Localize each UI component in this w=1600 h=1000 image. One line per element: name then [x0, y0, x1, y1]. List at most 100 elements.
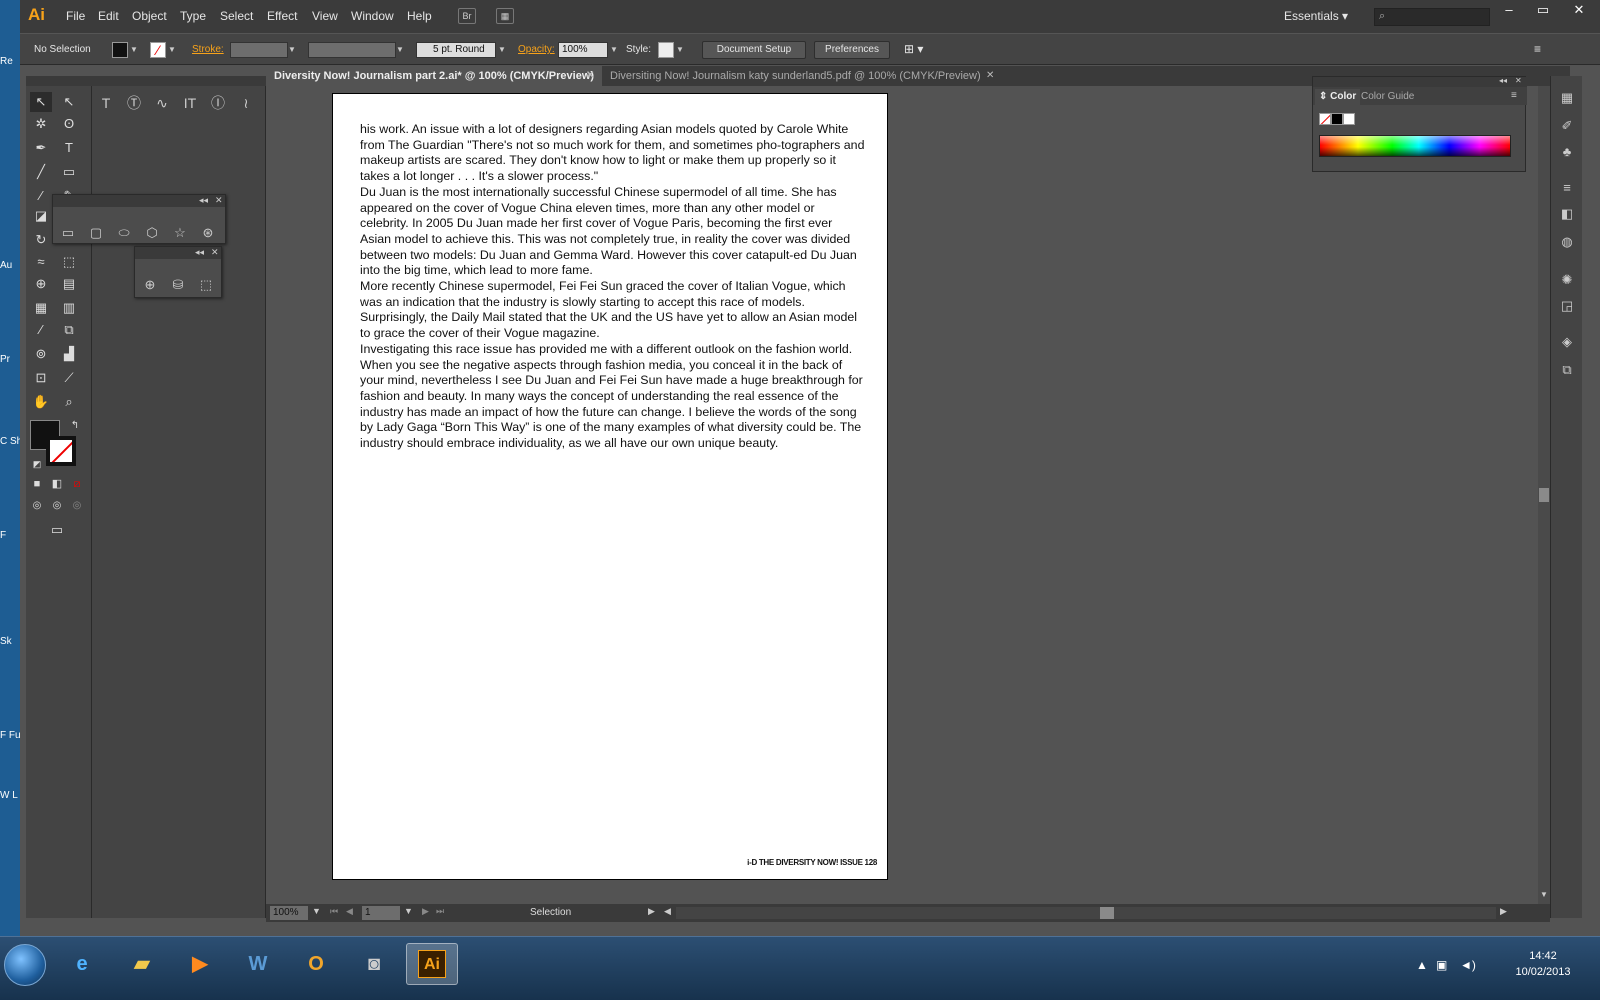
gradient-panel-icon[interactable]: ◧ [1557, 204, 1577, 224]
direct-selection-tool-icon[interactable]: ↖ [58, 92, 80, 112]
collapse-icon[interactable]: ◂◂ [199, 195, 208, 206]
workspace-switcher[interactable]: Essentials ▾ [1284, 9, 1348, 23]
blob-brush-tool-icon[interactable]: ◪ [30, 206, 52, 226]
last-artboard-icon[interactable]: ⏭ [436, 906, 444, 917]
star-tool-icon[interactable]: ☆ [169, 223, 191, 243]
collapse-icon[interactable]: ◂◂ [195, 247, 204, 258]
line-tool-icon[interactable]: ╱ [30, 162, 52, 182]
shape-builder-tool-icon[interactable]: ⊕ [139, 275, 161, 295]
bridge-button[interactable]: Br [458, 8, 476, 24]
white-swatch[interactable] [1343, 113, 1355, 125]
pen-tool-icon[interactable]: ✒ [30, 138, 52, 158]
type-tool-icon[interactable]: T [58, 138, 80, 158]
stroke-dropdown-icon[interactable]: ▼ [166, 42, 178, 58]
menu-window[interactable]: Window [351, 9, 394, 23]
variable-width-field[interactable] [308, 42, 396, 58]
none-swatch[interactable] [1319, 113, 1331, 125]
rectangle-tool-icon[interactable]: ▭ [57, 223, 79, 243]
gradient-tool-icon[interactable]: ▥ [58, 298, 80, 318]
illustrator-taskbar-icon[interactable]: Ai [406, 943, 458, 985]
outlook-icon[interactable]: O [290, 943, 342, 985]
color-spectrum[interactable] [1319, 135, 1511, 157]
graphic-styles-panel-icon[interactable]: ◲ [1557, 296, 1577, 316]
appearance-panel-icon[interactable]: ✺ [1557, 270, 1577, 290]
blend-tool-icon[interactable]: ⧉ [58, 320, 80, 340]
menu-effect[interactable]: Effect [267, 9, 297, 23]
stroke-swatch[interactable]: ⁄ [150, 42, 166, 58]
vertical-scroll-thumb[interactable] [1539, 488, 1549, 502]
opacity-field[interactable]: 100% [558, 42, 608, 58]
screen-mode-icon[interactable]: ▭ [46, 520, 68, 540]
paintbrush-tool-icon[interactable]: ∕ [30, 186, 52, 206]
live-paint-bucket-tool-icon[interactable]: ⛁ [167, 275, 189, 295]
media-player-icon[interactable]: ▶ [174, 943, 226, 985]
menu-edit[interactable]: Edit [98, 9, 119, 23]
brush-definition-field[interactable]: 5 pt. Round [416, 42, 496, 58]
menu-type[interactable]: Type [180, 9, 206, 23]
artboard-number-field[interactable]: 1 [362, 906, 400, 920]
collapse-icon[interactable]: ◂◂ [1499, 76, 1507, 85]
type-tool-icon[interactable]: T [94, 92, 118, 114]
arrange-icon[interactable]: ⊞ ▾ [904, 42, 923, 56]
artboard-tool-icon[interactable]: ⊡ [30, 368, 52, 388]
search-input[interactable]: ⌕ [1374, 8, 1490, 26]
tab-color-guide[interactable]: Color Guide [1357, 89, 1418, 105]
menu-file[interactable]: File [66, 9, 85, 23]
type-on-path-tool-icon[interactable]: ∿ [150, 92, 174, 114]
rounded-rectangle-tool-icon[interactable]: ▢ [85, 223, 107, 243]
transparency-panel-icon[interactable]: ◍ [1557, 232, 1577, 252]
default-fill-stroke-icon[interactable]: ◩ [26, 454, 48, 474]
system-clock[interactable]: 14:42 10/02/2013 [1508, 948, 1578, 980]
panel-menu-icon[interactable]: ≡ [1534, 42, 1541, 56]
warp-tool-icon[interactable]: ≈ [30, 252, 52, 272]
black-swatch[interactable] [1331, 113, 1343, 125]
stroke-weight-field[interactable] [230, 42, 288, 58]
polygon-tool-icon[interactable]: ⬡ [141, 223, 163, 243]
close-tab-icon[interactable]: ✕ [986, 66, 994, 86]
flare-tool-icon[interactable]: ⊛ [197, 223, 219, 243]
artboards-panel-icon[interactable]: ⧉ [1557, 360, 1577, 380]
none-mode-icon[interactable]: ⧄ [68, 474, 86, 494]
swap-fill-stroke-icon[interactable]: ↰ [64, 416, 86, 436]
close-icon[interactable]: ✕ [1515, 76, 1522, 85]
camera-app-icon[interactable]: ◙ [348, 943, 400, 985]
draw-inside-icon[interactable]: ◎ [68, 496, 86, 516]
close-button[interactable]: ✕ [1566, 2, 1592, 18]
vertical-area-type-tool-icon[interactable]: Ⓘ [206, 92, 230, 114]
internet-explorer-icon[interactable]: e [56, 943, 108, 985]
variable-width-dropdown-icon[interactable]: ▼ [394, 42, 406, 58]
arrange-documents-icon[interactable]: ▦ [496, 8, 514, 24]
tab-document-active[interactable]: Diversity Now! Journalism part 2.ai* @ 1… [266, 66, 602, 86]
vertical-type-tool-icon[interactable]: IT [178, 92, 202, 114]
word-icon[interactable]: W [232, 943, 284, 985]
file-explorer-icon[interactable]: ▰ [116, 943, 168, 985]
brushes-panel-icon[interactable]: ✐ [1557, 116, 1577, 136]
color-mode-icon[interactable]: ■ [28, 474, 46, 494]
tab-color[interactable]: ⇕ Color [1315, 89, 1361, 105]
article-text[interactable]: his work. An issue with a lot of designe… [360, 122, 865, 452]
opacity-dropdown-icon[interactable]: ▼ [608, 42, 620, 58]
magic-wand-tool-icon[interactable]: ✲ [30, 114, 52, 134]
close-tab-icon[interactable]: ✕ [586, 66, 594, 86]
show-hidden-icons-icon[interactable]: ▲ [1416, 958, 1428, 972]
symbols-panel-icon[interactable]: ♣ [1557, 142, 1577, 162]
draw-behind-icon[interactable]: ◎ [48, 496, 66, 516]
menu-object[interactable]: Object [132, 9, 167, 23]
artboard[interactable]: his work. An issue with a lot of designe… [332, 93, 888, 880]
maximize-button[interactable]: ▭ [1530, 2, 1556, 18]
hand-tool-icon[interactable]: ✋ [30, 392, 52, 412]
scroll-left-icon[interactable]: ◀ [664, 906, 671, 917]
zoom-field[interactable]: 100% [270, 906, 308, 920]
gradient-mode-icon[interactable]: ◧ [48, 474, 66, 494]
menu-view[interactable]: View [312, 9, 338, 23]
zoom-tool-icon[interactable]: ⌕ [58, 392, 80, 412]
rotate-tool-icon[interactable]: ↻ [30, 230, 52, 250]
style-dropdown-icon[interactable]: ▼ [674, 42, 686, 58]
mesh-tool-icon[interactable]: ▦ [30, 298, 52, 318]
slice-tool-icon[interactable]: ⟋ [58, 368, 80, 388]
start-button[interactable] [4, 944, 46, 986]
previous-artboard-icon[interactable]: ◀ [346, 906, 353, 917]
next-artboard-icon[interactable]: ▶ [422, 906, 429, 917]
symbol-sprayer-tool-icon[interactable]: ⊚ [30, 344, 52, 364]
minimize-button[interactable]: – [1496, 2, 1522, 18]
